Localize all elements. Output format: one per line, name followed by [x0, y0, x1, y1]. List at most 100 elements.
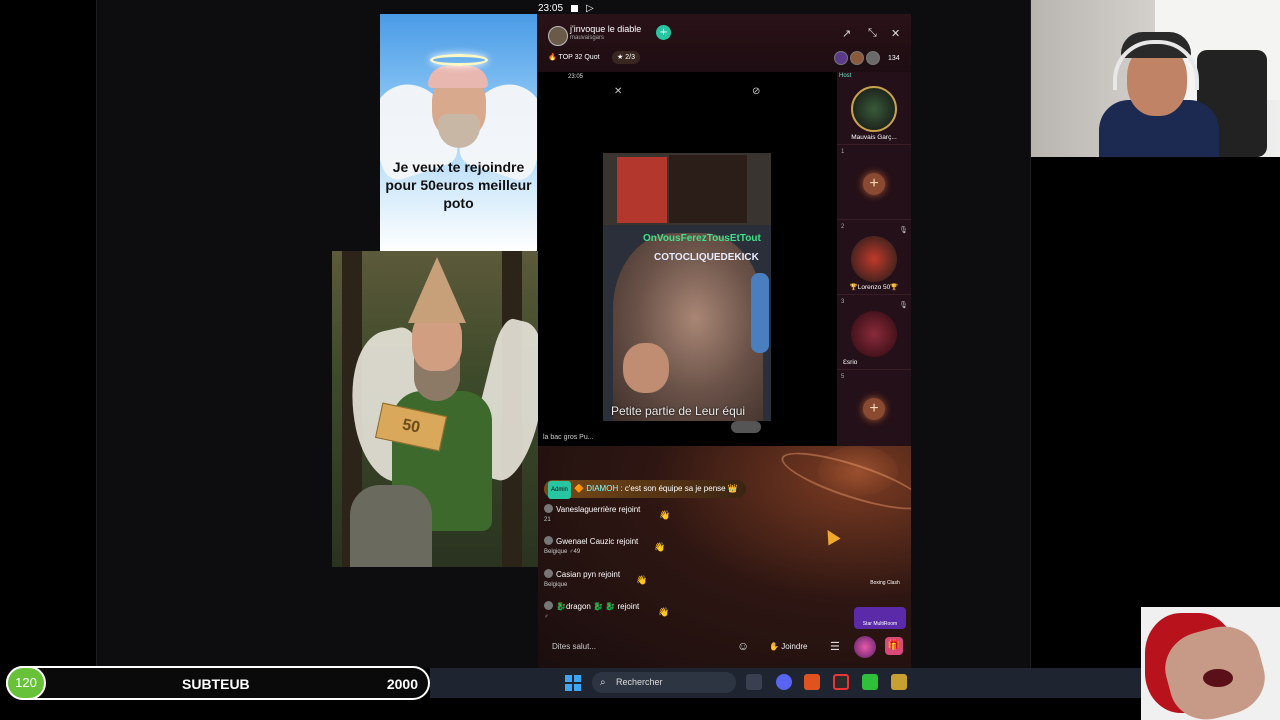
chat-pinned-message: Admin 🔶 DIAMOH : c'est son équipe sa je p…	[544, 480, 746, 499]
video-overlay-text: COTOCLIQUEDEKICK	[654, 252, 759, 263]
brave-icon[interactable]	[804, 674, 820, 690]
share-icon[interactable]: ↗	[842, 27, 851, 40]
chat-user[interactable]: Vaneslaguerrière	[556, 505, 616, 514]
seat-number: 2	[841, 224, 845, 230]
chat-action: rejoint	[616, 537, 639, 546]
level-badge[interactable]: ★ 2/3	[612, 51, 640, 64]
host-label: Host	[839, 73, 852, 79]
chat-user-meta: Belgique ♂49	[544, 549, 581, 555]
viewer-avatar[interactable]	[850, 51, 864, 65]
add-seat-icon[interactable]: +	[863, 398, 885, 420]
seat-number: 5	[841, 374, 845, 380]
inner-status-time: 23:05	[568, 74, 584, 80]
chat-action: rejoint	[598, 570, 621, 579]
halo-icon	[430, 54, 488, 66]
seat-avatar[interactable]	[851, 311, 897, 357]
obs-icon[interactable]	[833, 674, 849, 690]
chat-user[interactable]: Casian pyn	[556, 570, 596, 579]
chat-join-message: Gwenael Cauzic rejoint Belgique ♂49 👋	[544, 536, 665, 555]
sub-goal-bar: 120 SUBTEUB 2000	[6, 666, 430, 700]
viewer-list[interactable]: 134	[834, 51, 900, 65]
status-time: 23:05	[538, 2, 564, 14]
mic-muted-icon: 🎙	[899, 302, 908, 309]
viewer-avatar[interactable]	[834, 51, 848, 65]
wave-icon[interactable]: 👋	[658, 607, 669, 618]
chat-input[interactable]: Dites salut...	[552, 642, 596, 651]
seat-1[interactable]: 1 +	[837, 147, 911, 220]
video-control-pill[interactable]	[731, 421, 761, 433]
seat-avatar[interactable]	[851, 86, 897, 132]
host-avatar[interactable]	[548, 26, 568, 46]
chat-user: DIAMOH	[586, 484, 619, 493]
taskbar-search[interactable]: ⌕ Rechercher	[592, 672, 736, 693]
chat-text: : c'est son équipe sa je pense	[620, 484, 726, 493]
star-multiroom-promo[interactable]: Star MultiRoom	[854, 607, 906, 629]
seat-3[interactable]: 3 🎙 Ɛsrio	[837, 297, 911, 370]
notification-icon	[571, 4, 579, 12]
hand-icon: ✋	[769, 642, 779, 651]
chat-user-meta: 21	[544, 517, 551, 523]
chat-action: rejoint	[618, 505, 641, 514]
inner-video: OnVousFerezTousEtTout COTOCLIQUEDEKICK P…	[603, 153, 771, 421]
inner-close-icon[interactable]: ✕	[614, 86, 622, 97]
seat-host[interactable]: Host Mauvais Garç...	[837, 72, 911, 145]
wave-icon[interactable]: 👋	[636, 575, 647, 586]
seat-avatar[interactable]	[851, 236, 897, 282]
user-avatar[interactable]	[544, 569, 553, 578]
app-icon[interactable]	[891, 674, 907, 690]
elf-hat	[408, 257, 466, 323]
user-avatar[interactable]	[544, 504, 553, 513]
angel-cap	[428, 66, 488, 88]
chat-join-message: Vaneslaguerrière rejoint 21 👋	[544, 504, 670, 523]
minimize-icon[interactable]: ⤡	[868, 27, 877, 40]
games-icon[interactable]	[854, 636, 876, 658]
close-icon[interactable]: ✕	[891, 27, 900, 40]
video-tile	[617, 157, 667, 223]
sub-goal-label: SUBTEUB	[182, 676, 250, 692]
file-explorer-icon[interactable]	[746, 674, 762, 690]
user-avatar[interactable]	[544, 601, 553, 610]
windows-start-icon[interactable]	[565, 675, 581, 691]
rank-text: TOP 32 Quot	[558, 54, 600, 61]
stream-view[interactable]: 23:05 ✕ ⊘ OnVousFerezTousEtTout COTOCLIQ…	[538, 72, 837, 446]
inner-check-icon[interactable]: ⊘	[752, 86, 760, 97]
live-subtitle: mauvaisgars	[570, 35, 605, 41]
seat-name: Ɛsrio	[843, 359, 858, 366]
screen: 23:05 ▷ Je veux te rejoindre pour 50euro…	[0, 0, 1280, 720]
chat-user[interactable]: Gwenael Cauzic	[556, 537, 614, 546]
seat-5[interactable]: 5 +	[837, 372, 911, 445]
wave-icon[interactable]: 👋	[654, 542, 665, 553]
join-button[interactable]: ✋ Joindre	[769, 642, 807, 651]
stream-footer: la bac gros Pu...	[543, 434, 594, 441]
join-label: Joindre	[781, 642, 808, 651]
guest-seats: Host Mauvais Garç... 1 + 2 🎙 🏆Lorenzo 50…	[837, 72, 911, 446]
rank-label[interactable]: 🔥 TOP 32 Quot	[548, 53, 600, 61]
chat-input-bar: Dites salut... ☺ ✋ Joindre ☰ 🎁	[538, 636, 911, 660]
gift-icon[interactable]: 🎁	[885, 637, 903, 655]
emoji-icon[interactable]: ☺	[737, 639, 749, 653]
sub-goal-current: 120	[6, 666, 46, 700]
spreadsheet-icon[interactable]	[862, 674, 878, 690]
taskbar-search-label: Rechercher	[616, 677, 663, 687]
admin-tag: Admin	[548, 481, 572, 499]
add-seat-icon[interactable]: +	[863, 173, 885, 195]
viewer-avatar[interactable]	[866, 51, 880, 65]
boxing-clash-promo[interactable]: Boxing Clash	[864, 580, 906, 586]
follow-button[interactable]: +	[656, 25, 671, 40]
seat-name: 🏆Lorenzo 50🏆	[849, 284, 899, 291]
angel-meme-caption: Je veux te rejoindre pour 50euros meille…	[385, 159, 532, 211]
wave-icon[interactable]: 👋	[659, 510, 670, 521]
user-avatar[interactable]	[544, 536, 553, 545]
play-icon: ▷	[586, 2, 594, 14]
taskbar: ⌕ Rechercher	[430, 668, 1141, 698]
headphones	[751, 273, 769, 353]
crown-icon: 👑	[727, 484, 738, 493]
chat-join-message: 🐉dragon 🐉 🐉 rejoint ♂ 👋	[544, 601, 669, 620]
chat-user[interactable]: 🐉dragon 🐉 🐉	[556, 602, 615, 611]
discord-icon[interactable]	[776, 674, 792, 690]
reaction-cam	[1141, 607, 1280, 720]
sub-goal-target: 2000	[386, 676, 418, 692]
menu-icon[interactable]: ☰	[830, 640, 840, 653]
video-tile	[669, 155, 747, 223]
seat-2[interactable]: 2 🎙 🏆Lorenzo 50🏆	[837, 222, 911, 295]
